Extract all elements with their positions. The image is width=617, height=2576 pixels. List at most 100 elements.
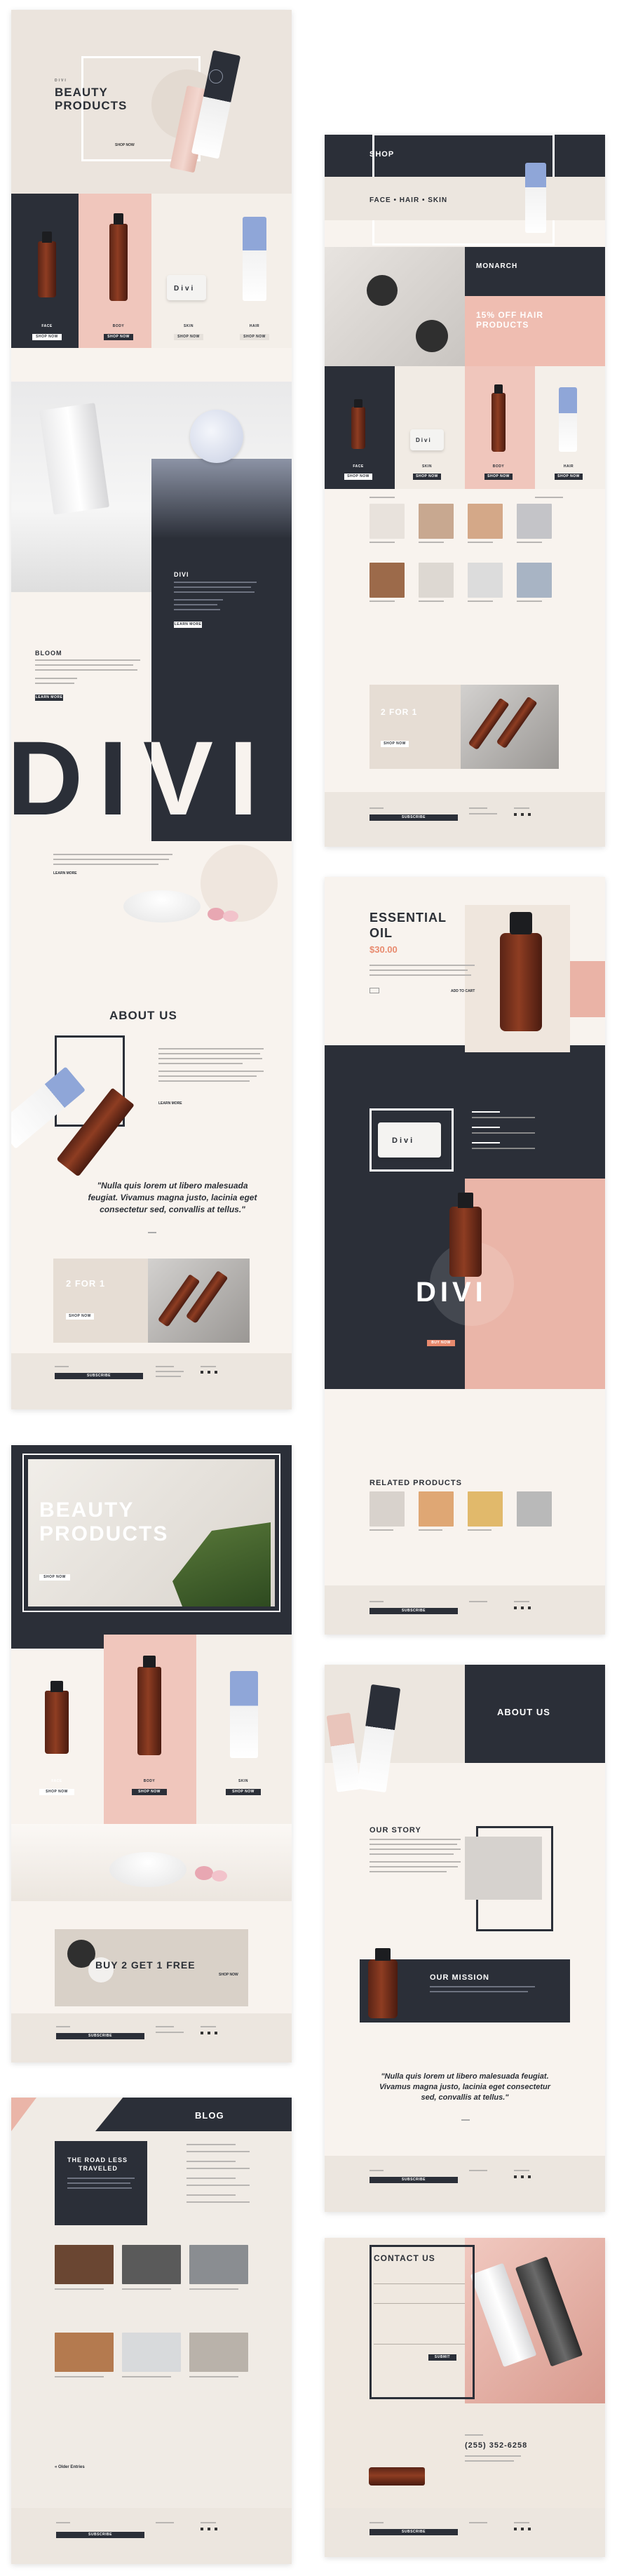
contact-footer-subscribe[interactable]: SUBSCRIBE [369,2529,458,2535]
product-face-label: FACE [41,324,53,328]
product-skin-button[interactable]: SHOP NOW [174,334,203,340]
shop-footer-social-icons[interactable] [514,813,532,816]
quote-dots [148,1232,156,1233]
shop-promo-button[interactable]: SHOP NOW [381,741,409,747]
blog-older-link[interactable]: « Older Entries [55,2465,85,2469]
landing-face-button[interactable]: SHOP NOW [39,1789,74,1795]
shop-hair-button[interactable]: SHOP NOW [555,474,583,480]
landing-face-cap [50,1681,63,1692]
mission-heading: OUR MISSION [430,1973,489,1982]
blog-footer-contact-1 [156,2522,174,2523]
blog-intro-link[interactable]: LEARN MORE [53,871,77,876]
landing-hero-button[interactable]: SHOP NOW [39,1574,70,1581]
divi-card-button[interactable]: LEARN MORE [174,622,202,628]
related-thumb-2[interactable] [419,1491,454,1527]
contact-heading: CONTACT US [374,2253,435,2263]
about-page-quote: "Nulla quis lorem ut libero malesuada fe… [379,2072,551,2102]
page-shop: SHOP FACE • HAIR • SKIN MONARCH 15% OFF … [325,135,605,847]
landing-skin-button[interactable]: SHOP NOW [226,1789,261,1795]
contact-message-field[interactable] [374,2314,465,2344]
grid-thumb-3[interactable] [468,504,503,539]
blog-thumb-4[interactable] [55,2333,114,2372]
related-thumb-3[interactable] [468,1491,503,1527]
landing-body-cap [143,1656,156,1668]
divi-card-text-3 [174,591,255,593]
product-price: $30.00 [369,944,398,955]
blog-thumb-1[interactable] [55,2245,114,2284]
shop-footer-subscribe[interactable]: SUBSCRIBE [369,814,458,821]
product-face-button[interactable]: SHOP NOW [32,334,62,340]
footer-subscribe-button[interactable]: SUBSCRIBE [55,1373,143,1379]
about-footer-social-icons[interactable] [514,2175,532,2178]
footer-contact-3 [156,1376,181,1377]
landing-promo-link[interactable]: SHOP NOW [219,1973,238,1977]
about-footer-subscribe[interactable]: SUBSCRIBE [369,2177,458,2183]
about-link[interactable]: LEARN MORE [158,1101,182,1106]
landing-macaron-1 [195,1866,213,1880]
divi-showcase-button[interactable]: BUY NOW [427,1340,455,1346]
grid-thumb-1[interactable] [369,504,405,539]
related-thumb-4[interactable] [517,1491,552,1527]
landing-body-button[interactable]: SHOP NOW [132,1789,167,1795]
blog-sidebar-2 [187,2151,250,2152]
landing-footer-subscribe[interactable]: SUBSCRIBE [56,2033,144,2039]
contact-phone: (255) 352-6258 [465,2441,528,2450]
about-page-quote-dots [461,2119,470,2121]
bloom-text-3 [35,669,137,671]
contact-email-field[interactable] [374,2294,465,2304]
landing-footer-social-icons[interactable] [201,2032,219,2034]
product-body-cap [114,213,123,224]
about-text-7 [158,1080,250,1082]
about-quote: "Nulla quis lorem ut libero malesuada fe… [88,1181,257,1214]
landing-face-bottle [45,1691,69,1754]
landing-footer-contact-2 [156,2032,184,2033]
contact-submit-button[interactable]: SUBMIT [428,2354,456,2361]
footer-contact-2 [156,1371,184,1372]
about-page-heading: ABOUT US [497,1707,550,1717]
shop-shadow-circle-1 [367,275,398,306]
contact-footer: SUBSCRIBE [325,2508,605,2557]
grid-thumb-6[interactable] [419,563,454,598]
blog-thumb-2[interactable] [122,2245,181,2284]
product-qty[interactable] [369,988,379,993]
landing-footer-email-label [56,2026,70,2027]
landing-body-label: BODY [143,1779,156,1783]
blog-footer-subscribe[interactable]: SUBSCRIBE [56,2532,144,2538]
blog-caption-1 [55,2288,104,2290]
product-add-button[interactable]: ADD TO CART [451,989,475,993]
page-contact: CONTACT US SUBMIT (255) 352-6258 SUBSCRI… [325,2238,605,2557]
blog-thumb-6[interactable] [189,2333,248,2372]
shop-face-cap [354,399,362,408]
grid-thumb-4[interactable] [517,504,552,539]
promo-button[interactable]: SHOP NOW [66,1313,94,1320]
story-image [465,1837,542,1900]
grid-thumb-5[interactable] [369,563,405,598]
grid-thumb-8[interactable] [517,563,552,598]
shop-hair-tube [559,387,577,452]
divi-showcase-bottle [449,1207,482,1277]
contact-phone-label [465,2434,483,2436]
blog-footer-social-icons[interactable] [201,2528,219,2530]
product-body-button[interactable]: SHOP NOW [104,334,133,340]
blog-thumb-3[interactable] [189,2245,248,2284]
shop-body-button[interactable]: SHOP NOW [484,474,513,480]
hero-shop-link[interactable]: SHOP NOW [115,143,135,147]
contact-name-field[interactable] [374,2274,465,2284]
product-strip-bg-right [151,194,292,348]
product-footer-social-icons[interactable] [514,1606,532,1609]
product-footer-email-label [369,1601,384,1602]
blog-thumb-5[interactable] [122,2333,181,2372]
grid-thumb-2[interactable] [419,504,454,539]
shop-face-button[interactable]: SHOP NOW [344,474,372,480]
grid-thumb-7[interactable] [468,563,503,598]
contact-footer-social-icons[interactable] [514,2528,532,2530]
story-text-4 [369,1853,454,1855]
product-hair-button[interactable]: SHOP NOW [240,334,269,340]
product-footer-subscribe[interactable]: SUBSCRIBE [369,1608,458,1614]
bloom-text-1 [35,659,140,661]
bloom-button[interactable]: LEARN MORE [35,695,63,701]
shop-skin-button[interactable]: SHOP NOW [413,474,441,480]
footer-social-icons[interactable] [201,1371,219,1374]
related-thumb-1[interactable] [369,1491,405,1527]
blog-featured-title-1: THE ROAD LESS [67,2156,128,2164]
